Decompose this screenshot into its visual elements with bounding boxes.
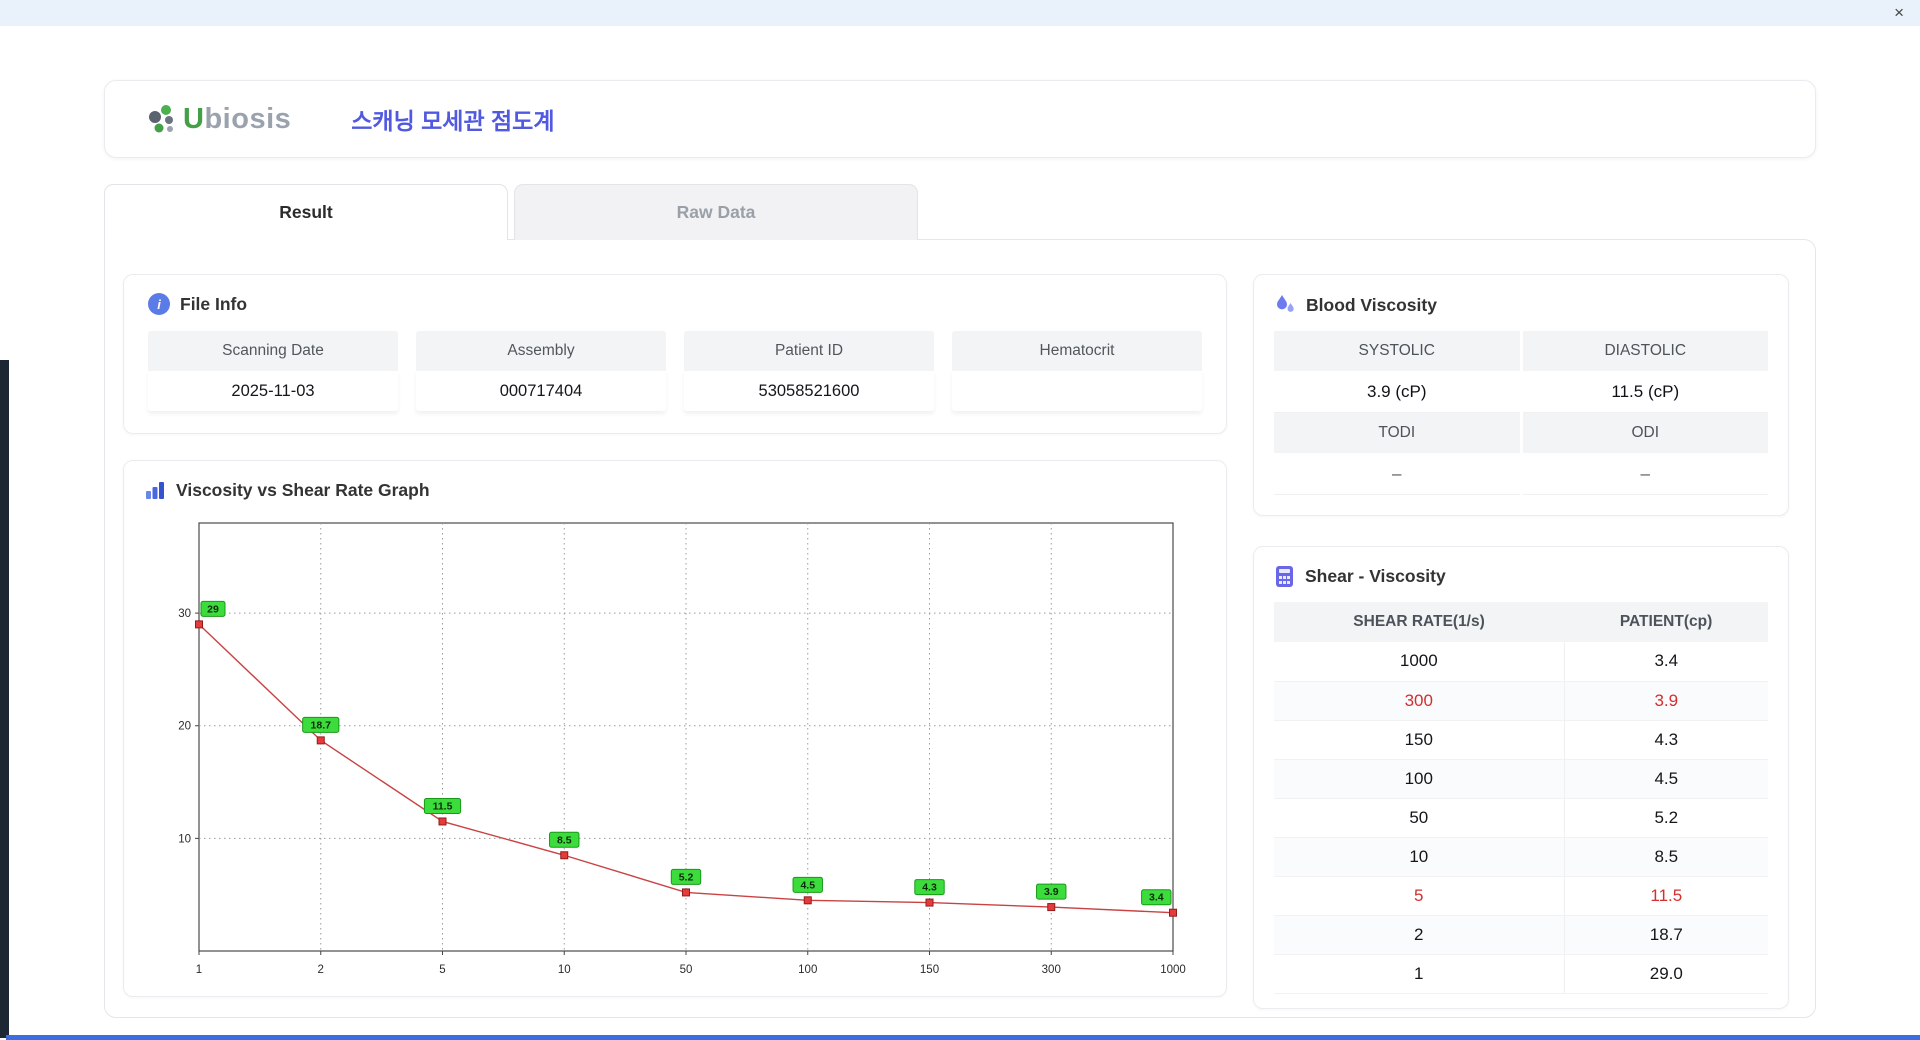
svg-text:4.3: 4.3	[922, 882, 937, 894]
field-patient-id: Patient ID 53058521600	[684, 331, 934, 411]
blood-viscosity-title: Blood Viscosity	[1306, 294, 1437, 315]
table-row: 1 29.0	[1274, 954, 1768, 994]
svg-text:1000: 1000	[1160, 964, 1186, 976]
file-info-fields: Scanning Date 2025-11-03 Assembly 000717…	[148, 331, 1202, 411]
bar-chart-icon	[146, 482, 164, 499]
logo-dots-icon	[149, 105, 173, 133]
table-row: 150 4.3	[1274, 720, 1768, 760]
svg-text:5: 5	[439, 964, 445, 976]
table-row: 2 18.7	[1274, 915, 1768, 955]
field-value: 000717404	[416, 371, 666, 411]
droplet-icon	[1277, 295, 1294, 312]
bv-value-systolic: 3.9 (cP)	[1274, 371, 1520, 413]
tab-raw-data-label: Raw Data	[676, 202, 756, 222]
field-value: 2025-11-03	[148, 371, 398, 411]
window-titlebar: ×	[0, 0, 1920, 26]
shear-viscosity-card: Shear - Viscosity SHEAR RATE(1/s) PATIEN…	[1253, 546, 1789, 1009]
field-assembly: Assembly 000717404	[416, 331, 666, 411]
field-label: Scanning Date	[148, 331, 398, 371]
table-row: 100 4.5	[1274, 759, 1768, 799]
bv-header-systolic: SYSTOLIC	[1274, 331, 1520, 371]
info-icon: i	[148, 293, 170, 315]
col-patient: PATIENT(cp)	[1564, 602, 1768, 642]
col-shear-rate: SHEAR RATE(1/s)	[1274, 602, 1565, 642]
field-label: Patient ID	[684, 331, 934, 371]
tab-raw-data[interactable]: Raw Data	[514, 184, 918, 240]
app-header: Ubiosis 스캐닝 모세관 점도계	[104, 80, 1816, 158]
svg-text:3.4: 3.4	[1149, 892, 1164, 904]
table-row: 50 5.2	[1274, 798, 1768, 838]
table-row: 10 8.5	[1274, 837, 1768, 877]
file-info-card: i File Info Scanning Date 2025-11-03 Ass…	[123, 274, 1227, 434]
svg-text:10: 10	[178, 833, 191, 845]
field-scanning-date: Scanning Date 2025-11-03	[148, 331, 398, 411]
tab-bar: Result Raw Data	[104, 184, 1816, 240]
bv-value-diastolic: 11.5 (cP)	[1522, 371, 1768, 413]
svg-text:18.7: 18.7	[311, 719, 332, 731]
svg-text:50: 50	[680, 964, 693, 976]
viscosity-graph-card: Viscosity vs Shear Rate Graph 10 20 30 1 2 5 1…	[123, 460, 1227, 997]
svg-text:2: 2	[318, 964, 324, 976]
shear-viscosity-title: Shear - Viscosity	[1305, 566, 1446, 586]
table-row: 300 3.9	[1274, 681, 1768, 721]
svg-text:8.5: 8.5	[557, 834, 572, 846]
page-title: 스캐닝 모세관 점도계	[351, 108, 555, 134]
brand-text: Ubiosis	[183, 102, 292, 135]
field-value: 53058521600	[684, 371, 934, 411]
bv-value-todi: –	[1274, 453, 1520, 495]
field-label: Assembly	[416, 331, 666, 371]
svg-text:3.9: 3.9	[1044, 886, 1059, 898]
app-root: Ubiosis 스캐닝 모세관 점도계 Result Raw Data i Fi…	[0, 26, 1920, 1018]
bv-header-odi: ODI	[1522, 413, 1768, 453]
bv-header-todi: TODI	[1274, 413, 1520, 453]
desktop-edge	[0, 360, 9, 1038]
blood-viscosity-card: Blood Viscosity SYSTOLIC DIASTOLIC 3.9 (…	[1253, 274, 1789, 516]
file-info-title: File Info	[180, 293, 248, 314]
shear-viscosity-table: SHEAR RATE(1/s) PATIENT(cp) 1000 3.4 300 3…	[1274, 602, 1768, 994]
svg-text:100: 100	[798, 964, 817, 976]
svg-text:10: 10	[558, 964, 571, 976]
field-hematocrit: Hematocrit	[952, 331, 1202, 411]
bv-value-odi: –	[1522, 453, 1768, 495]
blood-viscosity-grid: SYSTOLIC DIASTOLIC 3.9 (cP) 11.5 (cP) TO…	[1274, 331, 1768, 495]
field-label: Hematocrit	[952, 331, 1202, 371]
tab-result-label: Result	[279, 202, 333, 222]
svg-text:5.2: 5.2	[679, 871, 694, 883]
graph-title: Viscosity vs Shear Rate Graph	[176, 479, 430, 500]
window-close-button[interactable]: ×	[1894, 2, 1904, 24]
svg-text:11.5: 11.5	[433, 800, 453, 812]
svg-text:20: 20	[178, 721, 191, 733]
table-row: 1000 3.4	[1274, 642, 1768, 682]
svg-text:29: 29	[207, 603, 219, 615]
calculator-icon	[1276, 566, 1293, 587]
svg-text:300: 300	[1042, 964, 1061, 976]
tab-result[interactable]: Result	[104, 184, 508, 240]
svg-text:1: 1	[196, 964, 202, 976]
table-row: 5 11.5	[1274, 876, 1768, 916]
window-bottom-edge	[6, 1035, 1920, 1040]
svg-text:150: 150	[920, 964, 939, 976]
ubiosis-logo: Ubiosis	[145, 101, 291, 137]
result-panel: i File Info Scanning Date 2025-11-03 Ass…	[104, 239, 1816, 1018]
viscosity-chart: 10 20 30 1 2 5 10 50 100 150 300 1000 29 18.7 11.5 8.5 5…	[155, 511, 1195, 986]
bv-header-diastolic: DIASTOLIC	[1522, 331, 1768, 371]
field-value	[952, 371, 1202, 411]
svg-text:30: 30	[178, 608, 191, 620]
svg-text:4.5: 4.5	[800, 879, 815, 891]
